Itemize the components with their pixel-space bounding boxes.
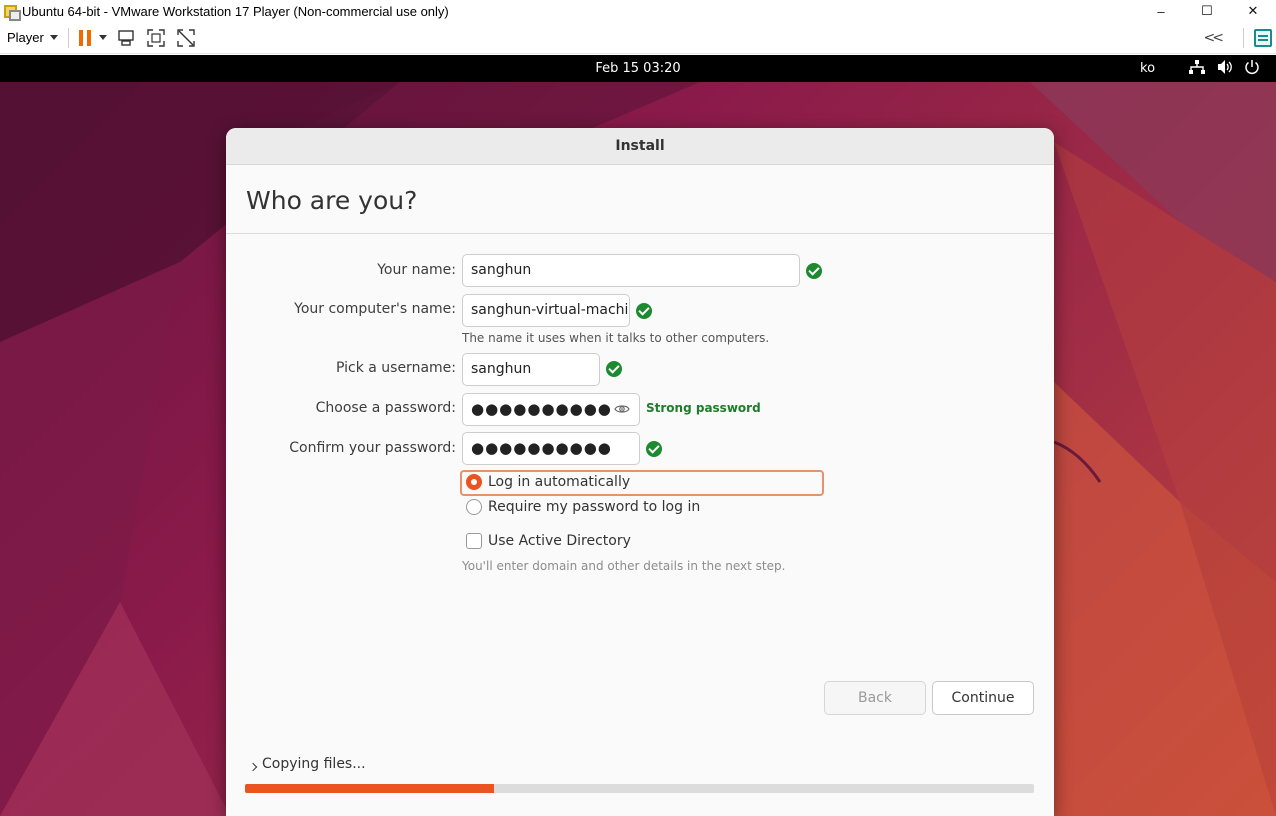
gnome-top-bar: Feb 15 03:20 ko: [0, 55, 1276, 82]
progress-fill: [245, 784, 494, 793]
login-require-option[interactable]: Require my password to log in: [466, 499, 700, 515]
active-directory-option[interactable]: Use Active Directory: [466, 533, 631, 549]
close-button[interactable]: ✕: [1230, 0, 1276, 22]
installer-header: Install: [226, 128, 1054, 165]
continue-button[interactable]: Continue: [932, 681, 1034, 715]
active-directory-hint: You'll enter domain and other details in…: [462, 559, 786, 573]
confirm-password-label: Confirm your password:: [289, 440, 456, 456]
title-divider: [226, 233, 1054, 234]
login-require-radio[interactable]: [466, 499, 482, 515]
network-icon: [1189, 60, 1205, 74]
login-require-label: Require my password to log in: [488, 499, 701, 515]
page-title: Who are you?: [246, 186, 418, 215]
collapse-toolbar-icon[interactable]: <<: [1204, 30, 1225, 46]
your-name-label: Your name:: [377, 262, 456, 278]
computer-name-hint: The name it uses when it talks to other …: [462, 331, 770, 345]
fullscreen-icon[interactable]: [145, 27, 167, 49]
confirm-password-valid-icon: [646, 441, 662, 457]
library-notes-icon[interactable]: [1254, 28, 1272, 47]
player-menu-label: Player: [7, 30, 44, 45]
your-name-input[interactable]: sanghun: [462, 254, 800, 287]
clock[interactable]: Feb 15 03:20: [0, 61, 1276, 76]
volume-icon: [1218, 60, 1232, 74]
chevron-down-icon: [49, 35, 58, 40]
system-tray[interactable]: [1188, 59, 1260, 75]
username-valid-icon: [606, 361, 622, 377]
confirm-password-input[interactable]: ●●●●●●●●●●: [462, 432, 640, 465]
your-name-valid-icon: [806, 263, 822, 279]
computer-name-label: Your computer's name:: [294, 301, 456, 317]
window-title: Ubuntu 64-bit - VMware Workstation 17 Pl…: [22, 3, 449, 19]
login-auto-radio[interactable]: [466, 474, 482, 490]
username-input[interactable]: sanghun: [462, 353, 600, 386]
back-button[interactable]: Back: [824, 681, 926, 715]
active-directory-checkbox[interactable]: [466, 533, 482, 549]
login-auto-option[interactable]: Log in automatically: [466, 474, 630, 490]
vmware-title-bar: Ubuntu 64-bit - VMware Workstation 17 Pl…: [0, 0, 1276, 22]
vmware-toolbar: Player <<: [0, 22, 1276, 54]
progress-bar: [245, 784, 1034, 793]
computer-name-input[interactable]: sanghun-virtual-machine: [462, 294, 630, 327]
power-icon: [1245, 60, 1259, 75]
minimize-button[interactable]: –: [1138, 0, 1184, 22]
computer-name-valid-icon: [636, 303, 652, 319]
send-ctrl-alt-del-icon[interactable]: [115, 27, 137, 49]
unity-mode-icon[interactable]: [175, 27, 197, 49]
player-menu[interactable]: Player: [7, 30, 58, 45]
password-label: Choose a password:: [315, 400, 456, 416]
installer-window: Install Who are you? Your name: sanghun …: [226, 128, 1054, 816]
show-password-eye-icon[interactable]: [614, 403, 630, 415]
progress-label: Copying files...: [262, 756, 366, 772]
chevron-right-icon: [248, 762, 258, 772]
progress-toggle[interactable]: Copying files...: [248, 756, 366, 772]
active-directory-label: Use Active Directory: [488, 533, 631, 549]
toolbar-divider: [1243, 27, 1244, 48]
login-auto-label: Log in automatically: [488, 474, 631, 490]
vmware-app-icon: [3, 3, 21, 21]
input-language-indicator[interactable]: ko: [1140, 61, 1155, 76]
installer-header-title: Install: [615, 138, 665, 154]
password-dots: ●●●●●●●●●●: [471, 400, 612, 418]
confirm-password-dots: ●●●●●●●●●●: [471, 439, 612, 457]
toolbar-divider: [67, 27, 69, 48]
pause-icon[interactable]: [78, 29, 91, 46]
password-strength-label: Strong password: [646, 401, 761, 415]
username-label: Pick a username:: [335, 360, 456, 376]
maximize-button[interactable]: ☐: [1184, 0, 1230, 22]
power-menu-chevron-icon[interactable]: [98, 35, 107, 40]
